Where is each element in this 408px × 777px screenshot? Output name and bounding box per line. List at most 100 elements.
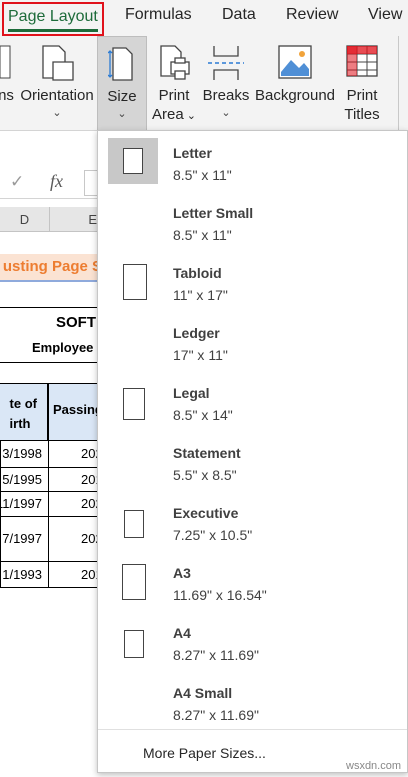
table-row: 1/1993 201: [0, 562, 100, 588]
cell-passing[interactable]: 201: [49, 468, 100, 491]
print-titles-label-line1: Print: [346, 87, 378, 104]
table-row: 3/1998 202: [0, 441, 100, 468]
page-breaks-icon: [206, 44, 246, 86]
formula-bar: ✓ fx: [0, 167, 100, 199]
cell-date[interactable]: 3/1998: [0, 441, 49, 467]
tab-page-layout[interactable]: Page Layout: [2, 2, 104, 36]
print-area-button[interactable]: Print Area ⌄: [150, 36, 198, 131]
cell-passing[interactable]: 201: [49, 562, 100, 587]
print-area-label: Print Area ⌄: [152, 87, 196, 123]
paper-size-name: Legal: [173, 385, 210, 401]
cell-date[interactable]: 7/1997: [0, 517, 49, 561]
paper-shape: [124, 510, 144, 538]
paper-thumbnail-a3: [108, 558, 158, 604]
paper-size-statement[interactable]: Statement 5.5" x 8.5": [98, 431, 407, 491]
paper-size-name: Tabloid: [173, 265, 222, 281]
table-top-border: [0, 307, 100, 308]
paper-shape: [123, 388, 145, 420]
paper-size-a4-small[interactable]: A4 Small 8.27" x 11.69": [98, 671, 407, 731]
worksheet-grid[interactable]: usting Page S SOFT Employee te of irth P…: [0, 232, 100, 777]
background-image-icon: [277, 44, 313, 84]
chevron-down-icon: ⌄: [221, 107, 231, 119]
print-area-label-line2: Area: [152, 106, 184, 123]
paper-thumbnail-statement: [108, 438, 158, 484]
orientation-button[interactable]: Orientation ⌄: [18, 36, 96, 131]
sheet-title-band: usting Page S: [0, 254, 100, 282]
paper-size-tabloid[interactable]: Tabloid 11" x 17": [98, 251, 407, 311]
print-area-icon: [157, 44, 191, 86]
paper-size-dimensions: 5.5" x 8.5": [173, 467, 237, 483]
size-button[interactable]: Size ⌄: [97, 36, 147, 131]
sheet-title: usting Page S: [2, 258, 100, 275]
paper-size-dimensions: 8.27" x 11.69": [173, 647, 259, 663]
table-row: 5/1995 201: [0, 468, 100, 492]
chevron-down-icon: ⌄: [117, 108, 127, 120]
margins-label: ns: [0, 87, 14, 104]
tab-formulas[interactable]: Formulas: [125, 6, 192, 24]
cell-date[interactable]: 11/1997: [0, 492, 49, 516]
header-date-of-birth-text: te of irth: [9, 396, 37, 431]
confirm-icon[interactable]: ✓: [10, 172, 24, 192]
table-row: 11/1997 202: [0, 492, 100, 517]
cell-date-text: 11/1997: [0, 496, 42, 511]
paper-size-legal[interactable]: Legal 8.5" x 14": [98, 371, 407, 431]
ribbon-separator: [398, 36, 399, 131]
paper-shape: [123, 148, 143, 174]
print-titles-label-line2: Titles: [344, 106, 380, 123]
tab-data[interactable]: Data: [222, 6, 256, 24]
paper-size-executive[interactable]: Executive 7.25" x 10.5": [98, 491, 407, 551]
paper-size-dimensions: 8.5" x 11": [173, 167, 232, 183]
paper-size-name: Ledger: [173, 325, 220, 341]
print-titles-button[interactable]: Print Titles: [338, 36, 386, 131]
paper-shape: [123, 264, 147, 300]
paper-thumbnail-letter: [108, 138, 158, 184]
paper-size-name: Letter: [173, 145, 212, 161]
paper-shape: [124, 630, 144, 658]
column-header-d[interactable]: D: [0, 207, 50, 232]
cell-passing[interactable]: 202: [49, 492, 100, 516]
breaks-button[interactable]: Breaks ⌄: [201, 36, 251, 131]
paper-thumbnail-ledger: [108, 318, 158, 364]
table-row: 7/1997 202: [0, 517, 100, 562]
cell-passing[interactable]: 202: [49, 517, 100, 561]
paper-thumbnail-a4-small: [108, 678, 158, 724]
table-subtitle: Employee: [32, 340, 94, 355]
background-button[interactable]: Background: [253, 36, 337, 131]
cell-date-text: 5/1995: [2, 472, 42, 487]
chevron-down-icon: ⌄: [52, 107, 62, 119]
insert-function-icon[interactable]: fx: [50, 171, 63, 192]
paper-size-dropdown: Letter 8.5" x 11" Letter Small 8.5" x 11…: [97, 130, 408, 773]
tab-review[interactable]: Review: [286, 6, 338, 24]
paper-size-dimensions: 8.5" x 14": [173, 407, 233, 423]
paper-thumbnail-executive: [108, 498, 158, 544]
paper-size-name: A4 Small: [173, 685, 233, 701]
print-area-label-line1: Print: [158, 87, 190, 104]
paper-size-name: Statement: [173, 445, 241, 461]
more-paper-sizes-link[interactable]: More Paper Sizes...: [143, 745, 266, 761]
paper-size-name: Executive: [173, 505, 239, 521]
cell-date[interactable]: 1/1993: [0, 562, 49, 587]
paper-size-name: Letter Small: [173, 205, 254, 221]
size-label: Size: [107, 88, 137, 105]
paper-size-dimensions: 11.69" x 16.54": [173, 587, 267, 603]
paper-size-letter-small[interactable]: Letter Small 8.5" x 11": [98, 191, 407, 251]
paper-size-dimensions: 17" x 11": [173, 347, 228, 363]
paper-size-dimensions: 7.25" x 10.5": [173, 527, 253, 543]
company-name: SOFT: [56, 314, 96, 331]
paper-size-icon: [107, 45, 136, 87]
paper-size-a3[interactable]: A3 11.69" x 16.54": [98, 551, 407, 611]
tab-view[interactable]: View: [368, 6, 402, 24]
breaks-label: Breaks: [202, 87, 250, 104]
column-header-e[interactable]: E: [50, 207, 100, 232]
print-titles-icon: [345, 44, 379, 84]
cell-date[interactable]: 5/1995: [0, 468, 49, 491]
paper-size-a4[interactable]: A4 8.27" x 11.69": [98, 611, 407, 671]
paper-size-ledger[interactable]: Ledger 17" x 11": [98, 311, 407, 371]
paper-thumbnail-tabloid: [108, 258, 158, 304]
paper-size-letter[interactable]: Letter 8.5" x 11": [98, 131, 407, 191]
cell-date-text: 1/1993: [2, 567, 42, 582]
paper-size-name: A4: [173, 625, 191, 641]
paper-thumbnail-a4: [108, 618, 158, 664]
cell-passing[interactable]: 202: [49, 441, 100, 467]
margins-button[interactable]: ns: [0, 36, 18, 131]
